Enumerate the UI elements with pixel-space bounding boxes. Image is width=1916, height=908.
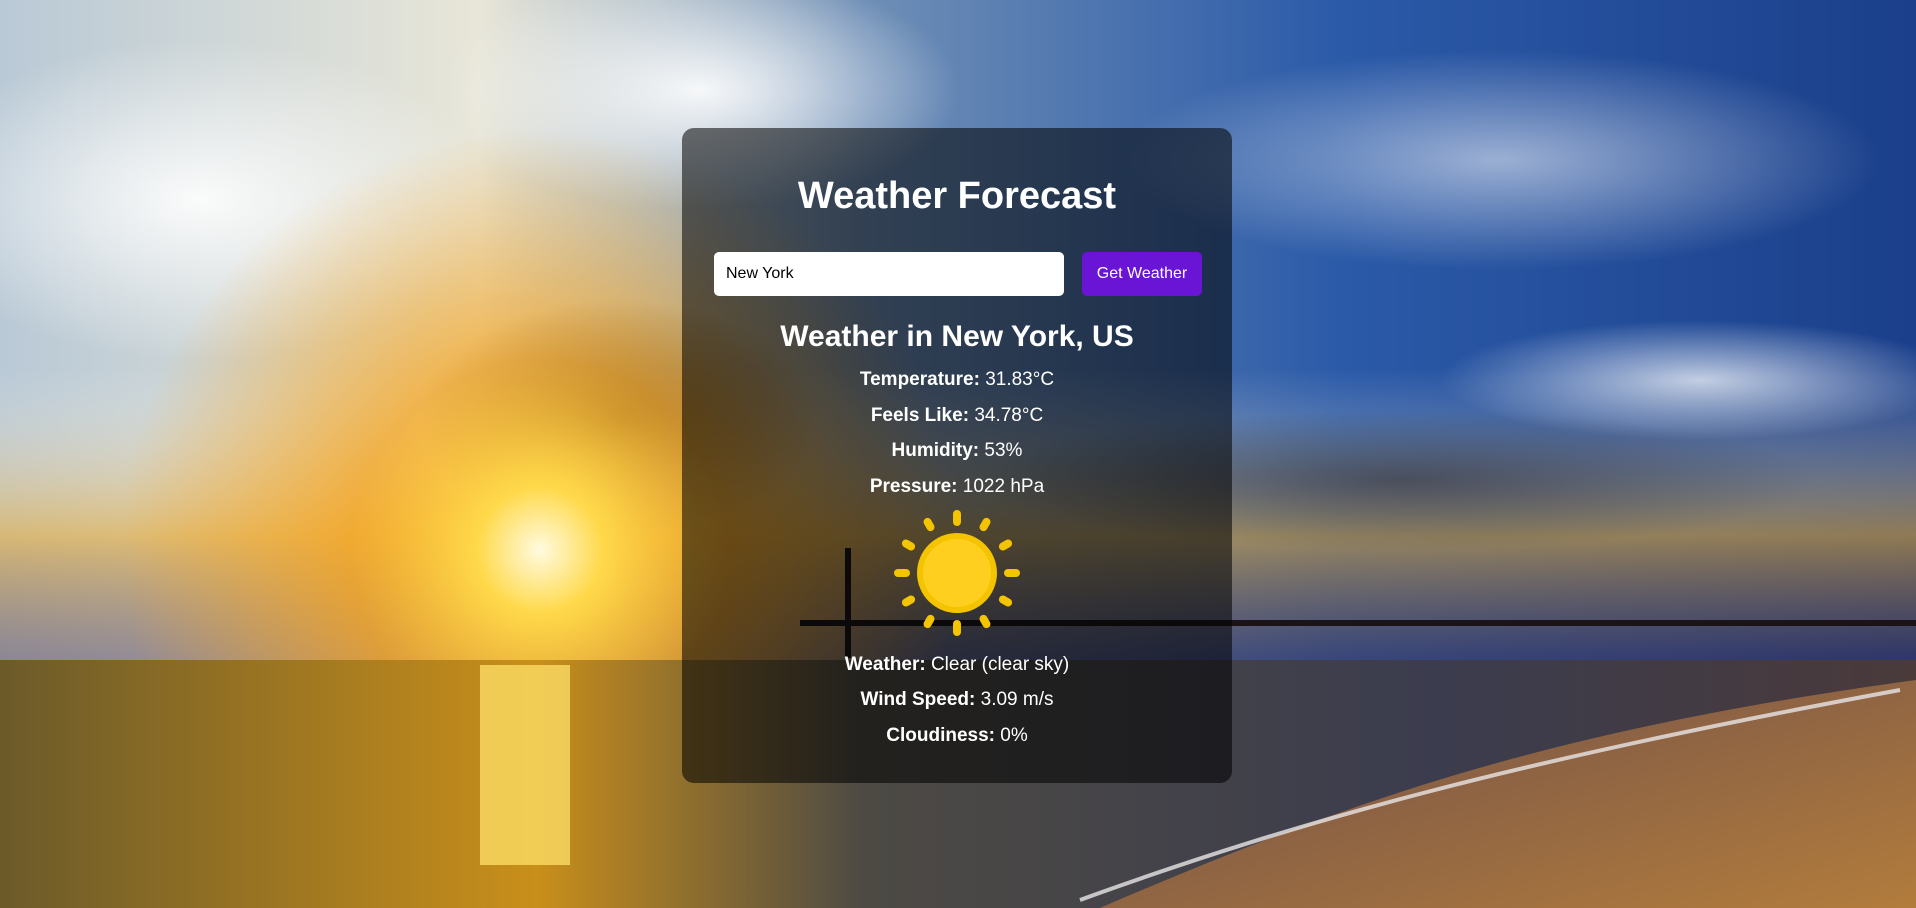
sun-icon (894, 510, 1020, 636)
cloudiness-label: Cloudiness: (886, 725, 995, 746)
humidity-row: Humidity: 53% (682, 439, 1232, 463)
feels-like-row: Feels Like: 34.78°C (682, 404, 1232, 428)
get-weather-button[interactable]: Get Weather (1082, 252, 1202, 296)
feels-like-label: Feels Like: (870, 405, 970, 426)
wind-speed-row: Wind Speed: 3.09 m/s (682, 688, 1232, 712)
humidity-label: Humidity: (891, 440, 980, 461)
weather-card: Weather Forecast Get Weather Weather in … (682, 128, 1232, 783)
search-row: Get Weather (714, 252, 1204, 296)
weather-value: Clear (clear sky) (930, 654, 1070, 675)
cloudiness-value: 0% (1000, 725, 1028, 746)
feels-like-value: 34.78°C (974, 405, 1044, 426)
weather-row: Weather: Clear (clear sky) (682, 653, 1232, 677)
pressure-value: 1022 hPa (962, 476, 1045, 497)
weather-label: Weather: (844, 654, 926, 675)
cloudiness-row: Cloudiness: 0% (682, 724, 1232, 748)
wind-speed-label: Wind Speed: (860, 689, 976, 710)
humidity-value: 53% (984, 440, 1023, 461)
wind-speed-value: 3.09 m/s (980, 689, 1054, 710)
pressure-row: Pressure: 1022 hPa (682, 475, 1232, 499)
pressure-label: Pressure: (869, 476, 958, 497)
page-title: Weather Forecast (797, 175, 1117, 217)
temperature-row: Temperature: 31.83°C (682, 368, 1232, 392)
city-input[interactable] (714, 252, 1064, 296)
temperature-value: 31.83°C (985, 369, 1055, 390)
temperature-label: Temperature: (859, 369, 980, 390)
location-heading: Weather in New York, US (780, 320, 1134, 353)
